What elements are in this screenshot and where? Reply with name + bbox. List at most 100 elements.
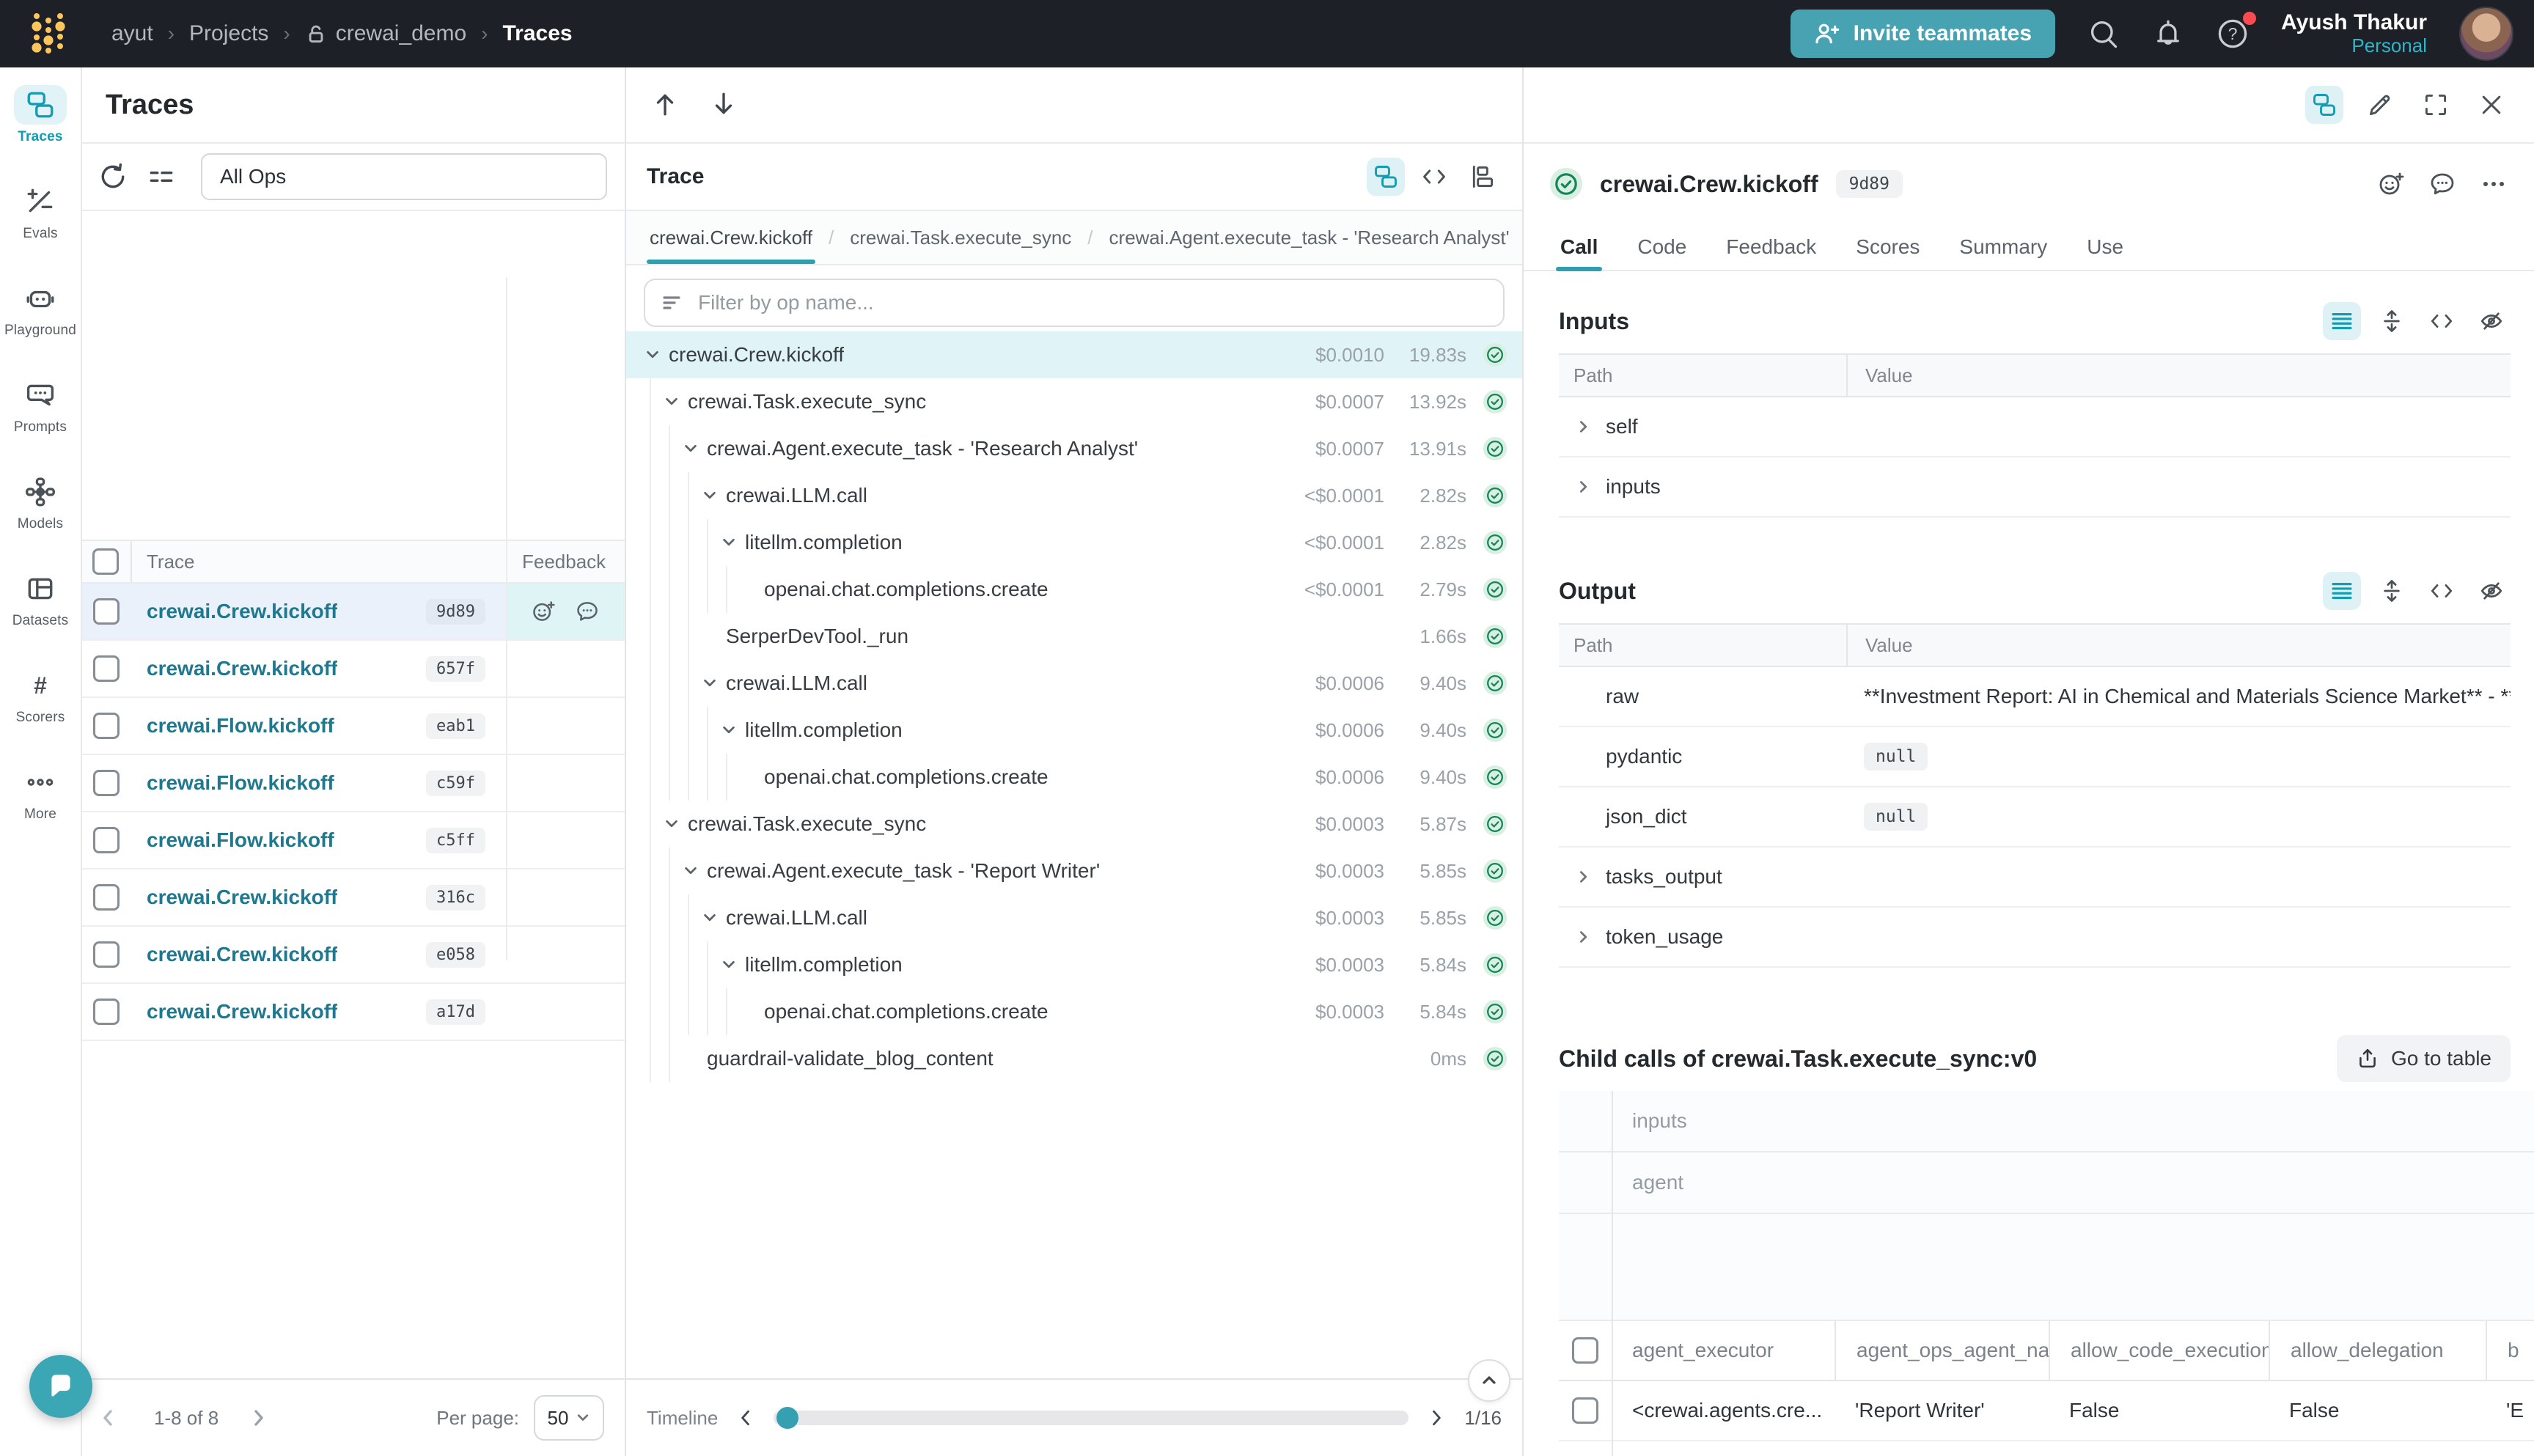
trace-op-link[interactable]: crewai.Crew.kickoff <box>147 943 337 966</box>
tab-call[interactable]: Call <box>1560 224 1598 270</box>
expand-chevron-icon[interactable] <box>641 343 664 367</box>
row-checkbox[interactable] <box>93 655 120 682</box>
arrow-up-icon[interactable] <box>651 90 680 120</box>
trace-table-row[interactable]: crewai.Crew.kickoff657f <box>81 641 625 698</box>
add-reaction-icon[interactable] <box>2377 170 2405 198</box>
invite-teammates-button[interactable]: Invite teammates <box>1791 10 2055 58</box>
child-call-row[interactable]: <crewai.agents.cre...'Report Writer'Fals… <box>1559 1381 2534 1441</box>
trace-tree-row[interactable]: litellm.completion$0.00035.84s <box>626 941 1522 988</box>
comment-icon[interactable] <box>575 599 600 624</box>
edit-pencil-icon[interactable] <box>2361 86 2399 124</box>
hide-values-icon[interactable] <box>2472 302 2511 340</box>
timeline-slider[interactable] <box>774 1411 1409 1425</box>
trace-table-row[interactable]: crewai.Crew.kickoffa17d <box>81 984 625 1041</box>
column-header-agent_executor[interactable]: agent_executor <box>1612 1321 1835 1380</box>
trace-tab-crew-kickoff[interactable]: crewai.Crew.kickoff <box>647 211 815 264</box>
sidebar-item-datasets[interactable]: Datasets <box>0 569 81 636</box>
per-page-select[interactable]: 50 <box>534 1395 604 1441</box>
tree-view-toggle[interactable] <box>1367 158 1405 196</box>
breadcrumb-projects[interactable]: Projects <box>189 21 268 46</box>
avatar[interactable] <box>2459 7 2513 61</box>
tab-scores[interactable]: Scores <box>1856 224 1920 270</box>
fullscreen-icon[interactable] <box>2417 86 2455 124</box>
op-name-filter-input[interactable] <box>695 290 1488 316</box>
sidebar-item-scorers[interactable]: # Scorers <box>0 666 81 733</box>
expand-chevron-icon[interactable] <box>698 906 721 930</box>
trace-tree-row[interactable]: crewai.Task.execute_sync$0.00035.87s <box>626 801 1522 848</box>
expand-chevron-icon[interactable] <box>660 812 683 836</box>
select-all-checkbox[interactable] <box>92 548 119 575</box>
trace-op-link[interactable]: crewai.Flow.kickoff <box>147 771 334 795</box>
trace-tree-row[interactable]: crewai.LLM.call<$0.00012.82s <box>626 472 1522 519</box>
expand-chevron-icon[interactable] <box>698 484 721 507</box>
breadcrumb-entity[interactable]: ayut <box>111 21 153 46</box>
next-page-icon[interactable] <box>242 1402 274 1434</box>
trace-tree-row[interactable]: crewai.LLM.call$0.00035.85s <box>626 894 1522 941</box>
sidebar-item-playground[interactable]: Playground <box>0 279 81 346</box>
trace-op-link[interactable]: crewai.Flow.kickoff <box>147 714 334 738</box>
column-header-allow_code_execution[interactable]: allow_code_execution <box>2049 1321 2269 1380</box>
sidebar-item-models[interactable]: Models <box>0 472 81 540</box>
timeline-slider-knob[interactable] <box>776 1407 798 1429</box>
ops-filter-select[interactable]: All Ops <box>201 153 607 200</box>
add-reaction-icon[interactable] <box>531 599 556 624</box>
column-header-allow_delegation[interactable]: allow_delegation <box>2269 1321 2486 1380</box>
trace-tree-row[interactable]: openai.chat.completions.create$0.00069.4… <box>626 754 1522 801</box>
row-checkbox[interactable] <box>93 941 120 968</box>
trace-table-row[interactable]: crewai.Crew.kickoff9d89 <box>81 584 625 641</box>
row-checkbox[interactable] <box>93 827 120 853</box>
select-all-checkbox[interactable] <box>1572 1337 1598 1364</box>
user-menu[interactable]: Ayush Thakur Personal <box>2281 10 2427 57</box>
expand-chevron-icon[interactable] <box>717 953 741 977</box>
code-view-icon[interactable] <box>2423 572 2461 610</box>
kv-row[interactable]: token_usage <box>1559 908 2511 968</box>
expand-chevron-icon[interactable] <box>660 390 683 413</box>
trace-tree-row[interactable]: crewai.LLM.call$0.00069.40s <box>626 660 1522 707</box>
trace-tree-row[interactable]: openai.chat.completions.create<$0.00012.… <box>626 566 1522 613</box>
expand-chevron-icon[interactable] <box>1573 419 1594 435</box>
kv-row[interactable]: self <box>1559 397 2511 457</box>
trace-tree-row[interactable]: litellm.completion<$0.00012.82s <box>626 519 1522 566</box>
trace-table-row[interactable]: crewai.Flow.kickoffeab1 <box>81 698 625 755</box>
trace-op-link[interactable]: crewai.Crew.kickoff <box>147 657 337 680</box>
list-view-icon[interactable] <box>2323 572 2361 610</box>
comment-icon[interactable] <box>2428 170 2456 198</box>
tab-use[interactable]: Use <box>2087 224 2123 270</box>
row-checkbox[interactable] <box>93 999 120 1025</box>
timeline-prev-icon[interactable] <box>735 1408 756 1428</box>
breadcrumb-project[interactable]: crewai_demo <box>305 21 466 46</box>
timeline-next-icon[interactable] <box>1426 1408 1447 1428</box>
row-checkbox[interactable] <box>1572 1397 1598 1424</box>
kv-row[interactable]: inputs <box>1559 457 2511 518</box>
trace-tree-row[interactable]: crewai.Agent.execute_task - 'Report Writ… <box>626 848 1522 894</box>
trace-tree-row[interactable]: SerperDevTool._run1.66s <box>626 613 1522 660</box>
trace-op-link[interactable]: crewai.Crew.kickoff <box>147 886 337 909</box>
sidebar-item-prompts[interactable]: Prompts <box>0 375 81 443</box>
kv-row[interactable]: pydanticnull <box>1559 727 2511 787</box>
code-view-toggle[interactable] <box>1415 158 1453 196</box>
expand-chevron-icon[interactable] <box>717 718 741 742</box>
notifications-bell-icon[interactable] <box>2152 18 2184 50</box>
tab-summary[interactable]: Summary <box>1959 224 2047 270</box>
trace-table-row[interactable]: crewai.Flow.kickoffc5ff <box>81 812 625 869</box>
tree-view-toggle[interactable] <box>2305 86 2343 124</box>
help-icon[interactable]: ? <box>2217 18 2249 50</box>
code-view-icon[interactable] <box>2423 302 2461 340</box>
column-header-b[interactable]: b <box>2486 1321 2534 1380</box>
trace-tree-row[interactable]: crewai.Agent.execute_task - 'Research An… <box>626 425 1522 472</box>
expand-chevron-icon[interactable] <box>698 672 721 695</box>
tab-feedback[interactable]: Feedback <box>1726 224 1816 270</box>
support-chat-button[interactable] <box>29 1355 92 1418</box>
call-id-badge[interactable]: 9d89 <box>1836 170 1903 198</box>
expand-chevron-icon[interactable] <box>1573 869 1594 885</box>
expand-rows-icon[interactable] <box>2373 302 2411 340</box>
column-header-agent_ops_agent_nan[interactable]: agent_ops_agent_nan <box>1835 1321 2049 1380</box>
expand-chevron-icon[interactable] <box>717 531 741 554</box>
flame-graph-toggle[interactable] <box>1464 158 1502 196</box>
breadcrumb-page[interactable]: Traces <box>503 21 573 46</box>
trace-table-row[interactable]: crewai.Crew.kickoffe058 <box>81 927 625 984</box>
trace-op-link[interactable]: crewai.Crew.kickoff <box>147 600 337 623</box>
trace-table-row[interactable]: crewai.Flow.kickoffc59f <box>81 755 625 812</box>
trace-tab-agent-execute[interactable]: crewai.Agent.execute_task - 'Research An… <box>1106 211 1513 264</box>
tab-code[interactable]: Code <box>1637 224 1686 270</box>
